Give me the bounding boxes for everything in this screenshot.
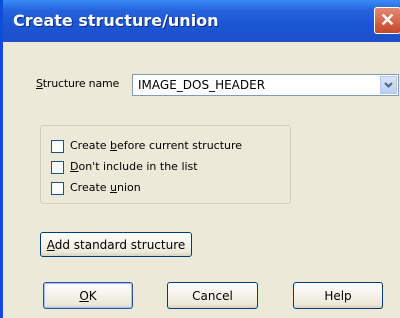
close-button[interactable]: ✕: [374, 7, 400, 34]
add-standard-structure-button[interactable]: Add standard structure: [40, 232, 192, 257]
label-part: nion: [117, 181, 141, 194]
label-part: Create: [70, 139, 111, 152]
label-part: efore current structure: [117, 139, 243, 152]
label-accelerator: A: [46, 237, 55, 252]
label-part: on't include in the list: [78, 160, 198, 173]
dialog-window: Create structure/union ✕ Structure name …: [0, 0, 400, 318]
structure-name-label-text: tructure name: [42, 77, 120, 90]
button-label: Help: [324, 288, 352, 303]
button-label: Add standard structure: [47, 238, 186, 252]
label-accelerator: u: [110, 181, 118, 194]
checkbox-label: Don't include in the list: [70, 160, 198, 173]
checkbox-box[interactable]: [51, 161, 64, 174]
label-part: Create: [70, 181, 111, 194]
structure-name-value: IMAGE_DOS_HEADER: [138, 78, 266, 92]
cancel-button[interactable]: Cancel: [167, 282, 258, 309]
label-accelerator: O: [79, 288, 89, 303]
label-accelerator: b: [110, 139, 118, 152]
dropdown-button[interactable]: [380, 76, 397, 94]
checkbox-box[interactable]: [51, 182, 64, 195]
checkbox-box[interactable]: [51, 140, 64, 153]
chevron-down-icon: [384, 82, 393, 88]
dialog-body: Structure name IMAGE_DOS_HEADER Create b…: [3, 42, 400, 318]
label-part: K: [88, 288, 97, 303]
help-button[interactable]: Help: [293, 282, 383, 309]
button-label: OK: [79, 289, 96, 303]
close-icon: ✕: [379, 10, 396, 30]
checkbox-label: Create union: [70, 181, 141, 194]
structure-name-combobox[interactable]: IMAGE_DOS_HEADER: [132, 74, 399, 96]
dialog-title: Create structure/union: [13, 11, 219, 30]
checkbox-label: Create before current structure: [70, 139, 242, 152]
structure-name-accelerator: S: [36, 77, 43, 90]
ok-button[interactable]: OK: [43, 282, 133, 309]
structure-name-label: Structure name: [36, 77, 119, 90]
label-part: dd standard structure: [54, 237, 186, 252]
button-label: Cancel: [192, 288, 233, 303]
title-bar[interactable]: Create structure/union ✕: [3, 0, 400, 42]
